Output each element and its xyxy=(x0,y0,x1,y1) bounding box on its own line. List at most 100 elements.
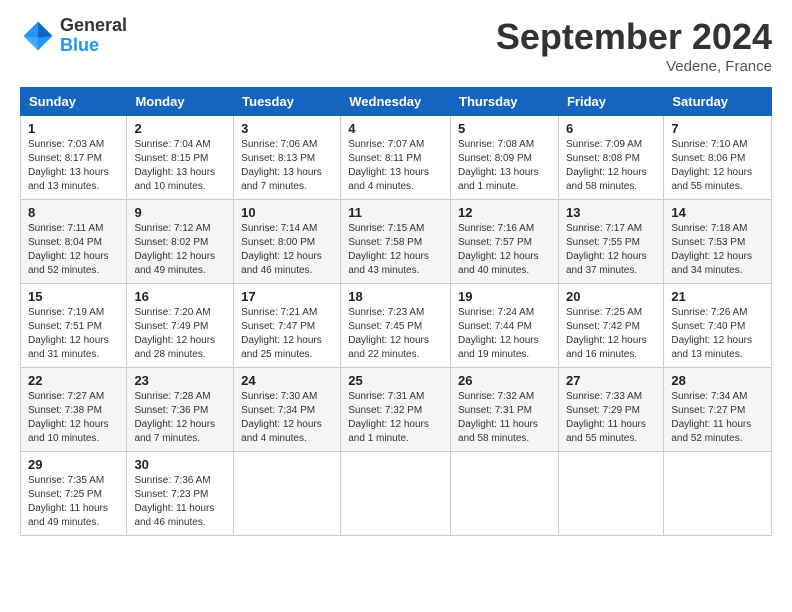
day-info: Sunrise: 7:25 AM Sunset: 7:42 PM Dayligh… xyxy=(566,306,656,362)
calendar-cell: 6 Sunrise: 7:09 AM Sunset: 8:08 PM Daylig… xyxy=(558,116,663,200)
day-info: Sunrise: 7:20 AM Sunset: 7:49 PM Dayligh… xyxy=(134,306,226,362)
calendar-cell: 9 Sunrise: 7:12 AM Sunset: 8:02 PM Daylig… xyxy=(127,200,234,284)
day-number: 8 xyxy=(28,205,119,220)
calendar-cell xyxy=(664,452,772,536)
day-header-sunday: Sunday xyxy=(21,88,127,116)
day-info: Sunrise: 7:09 AM Sunset: 8:08 PM Dayligh… xyxy=(566,138,656,194)
calendar-cell: 10 Sunrise: 7:14 AM Sunset: 8:00 PM Dayli… xyxy=(234,200,341,284)
calendar-cell xyxy=(558,452,663,536)
calendar-cell: 23 Sunrise: 7:28 AM Sunset: 7:36 PM Dayli… xyxy=(127,368,234,452)
calendar-cell: 30 Sunrise: 7:36 AM Sunset: 7:23 PM Dayli… xyxy=(127,452,234,536)
calendar-table: SundayMondayTuesdayWednesdayThursdayFrid… xyxy=(20,87,772,536)
day-number: 21 xyxy=(671,289,764,304)
day-number: 14 xyxy=(671,205,764,220)
day-number: 16 xyxy=(134,289,226,304)
day-number: 6 xyxy=(566,121,656,136)
day-number: 26 xyxy=(458,373,551,388)
page: General Blue September 2024 Vedene, Fran… xyxy=(0,0,792,552)
logo-general-text: General xyxy=(60,16,127,36)
calendar-header-row: SundayMondayTuesdayWednesdayThursdayFrid… xyxy=(21,88,772,116)
day-number: 12 xyxy=(458,205,551,220)
calendar-cell: 28Sunrise: 7:34 AM Sunset: 7:27 PM Dayli… xyxy=(664,368,772,452)
day-info: Sunrise: 7:24 AM Sunset: 7:44 PM Dayligh… xyxy=(458,306,551,362)
calendar-cell: 12 Sunrise: 7:16 AM Sunset: 7:57 PM Dayli… xyxy=(451,200,559,284)
day-info: Sunrise: 7:08 AM Sunset: 8:09 PM Dayligh… xyxy=(458,138,551,194)
calendar-cell: 17 Sunrise: 7:21 AM Sunset: 7:47 PM Dayli… xyxy=(234,284,341,368)
day-number: 15 xyxy=(28,289,119,304)
calendar-cell: 19 Sunrise: 7:24 AM Sunset: 7:44 PM Dayli… xyxy=(451,284,559,368)
day-number: 9 xyxy=(134,205,226,220)
day-info: Sunrise: 7:32 AM Sunset: 7:31 PM Dayligh… xyxy=(458,390,551,446)
day-info: Sunrise: 7:31 AM Sunset: 7:32 PM Dayligh… xyxy=(348,390,443,446)
calendar-cell: 5Sunrise: 7:08 AM Sunset: 8:09 PM Daylig… xyxy=(451,116,559,200)
calendar-cell: 22Sunrise: 7:27 AM Sunset: 7:38 PM Dayli… xyxy=(21,368,127,452)
calendar-cell: 8Sunrise: 7:11 AM Sunset: 8:04 PM Daylig… xyxy=(21,200,127,284)
logo-icon xyxy=(20,18,56,54)
calendar-cell: 7Sunrise: 7:10 AM Sunset: 8:06 PM Daylig… xyxy=(664,116,772,200)
calendar-week-row: 8Sunrise: 7:11 AM Sunset: 8:04 PM Daylig… xyxy=(21,200,772,284)
day-number: 17 xyxy=(241,289,333,304)
day-number: 29 xyxy=(28,457,119,472)
calendar-cell: 14 Sunrise: 7:18 AM Sunset: 7:53 PM Dayli… xyxy=(664,200,772,284)
day-info: Sunrise: 7:17 AM Sunset: 7:55 PM Dayligh… xyxy=(566,222,656,278)
day-number: 25 xyxy=(348,373,443,388)
day-number: 10 xyxy=(241,205,333,220)
calendar-cell: 1Sunrise: 7:03 AM Sunset: 8:17 PM Daylig… xyxy=(21,116,127,200)
day-info: Sunrise: 7:07 AM Sunset: 8:11 PM Dayligh… xyxy=(348,138,443,194)
calendar-week-row: 15 Sunrise: 7:19 AM Sunset: 7:51 PM Dayli… xyxy=(21,284,772,368)
day-header-tuesday: Tuesday xyxy=(234,88,341,116)
calendar-cell: 4 Sunrise: 7:07 AM Sunset: 8:11 PM Daylig… xyxy=(341,116,451,200)
day-number: 11 xyxy=(348,205,443,220)
calendar-cell: 27 Sunrise: 7:33 AM Sunset: 7:29 PM Dayli… xyxy=(558,368,663,452)
day-header-saturday: Saturday xyxy=(664,88,772,116)
day-header-wednesday: Wednesday xyxy=(341,88,451,116)
calendar-cell: 20 Sunrise: 7:25 AM Sunset: 7:42 PM Dayli… xyxy=(558,284,663,368)
calendar-week-row: 22Sunrise: 7:27 AM Sunset: 7:38 PM Dayli… xyxy=(21,368,772,452)
day-info: Sunrise: 7:16 AM Sunset: 7:57 PM Dayligh… xyxy=(458,222,551,278)
logo: General Blue xyxy=(20,16,127,56)
day-info: Sunrise: 7:03 AM Sunset: 8:17 PM Dayligh… xyxy=(28,138,119,194)
title-block: September 2024 Vedene, France xyxy=(496,16,772,75)
calendar-cell: 24 Sunrise: 7:30 AM Sunset: 7:34 PM Dayli… xyxy=(234,368,341,452)
calendar-cell xyxy=(341,452,451,536)
calendar-cell: 21 Sunrise: 7:26 AM Sunset: 7:40 PM Dayli… xyxy=(664,284,772,368)
day-number: 3 xyxy=(241,121,333,136)
day-info: Sunrise: 7:18 AM Sunset: 7:53 PM Dayligh… xyxy=(671,222,764,278)
day-info: Sunrise: 7:33 AM Sunset: 7:29 PM Dayligh… xyxy=(566,390,656,446)
header: General Blue September 2024 Vedene, Fran… xyxy=(20,16,772,75)
calendar-cell: 13 Sunrise: 7:17 AM Sunset: 7:55 PM Dayli… xyxy=(558,200,663,284)
calendar-cell: 3 Sunrise: 7:06 AM Sunset: 8:13 PM Daylig… xyxy=(234,116,341,200)
day-info: Sunrise: 7:06 AM Sunset: 8:13 PM Dayligh… xyxy=(241,138,333,194)
day-number: 13 xyxy=(566,205,656,220)
calendar-cell: 11Sunrise: 7:15 AM Sunset: 7:58 PM Dayli… xyxy=(341,200,451,284)
day-number: 18 xyxy=(348,289,443,304)
day-info: Sunrise: 7:35 AM Sunset: 7:25 PM Dayligh… xyxy=(28,474,119,530)
calendar-cell: 26 Sunrise: 7:32 AM Sunset: 7:31 PM Dayli… xyxy=(451,368,559,452)
month-title: September 2024 xyxy=(496,16,772,58)
day-info: Sunrise: 7:26 AM Sunset: 7:40 PM Dayligh… xyxy=(671,306,764,362)
day-number: 23 xyxy=(134,373,226,388)
day-header-thursday: Thursday xyxy=(451,88,559,116)
calendar-cell: 25 Sunrise: 7:31 AM Sunset: 7:32 PM Dayli… xyxy=(341,368,451,452)
day-number: 30 xyxy=(134,457,226,472)
day-number: 24 xyxy=(241,373,333,388)
calendar-cell: 18Sunrise: 7:23 AM Sunset: 7:45 PM Dayli… xyxy=(341,284,451,368)
day-info: Sunrise: 7:28 AM Sunset: 7:36 PM Dayligh… xyxy=(134,390,226,446)
day-info: Sunrise: 7:19 AM Sunset: 7:51 PM Dayligh… xyxy=(28,306,119,362)
day-info: Sunrise: 7:14 AM Sunset: 8:00 PM Dayligh… xyxy=(241,222,333,278)
calendar-cell: 16 Sunrise: 7:20 AM Sunset: 7:49 PM Dayli… xyxy=(127,284,234,368)
location-subtitle: Vedene, France xyxy=(496,58,772,75)
day-info: Sunrise: 7:21 AM Sunset: 7:47 PM Dayligh… xyxy=(241,306,333,362)
day-header-friday: Friday xyxy=(558,88,663,116)
logo-blue-text: Blue xyxy=(60,36,127,56)
day-number: 4 xyxy=(348,121,443,136)
day-number: 27 xyxy=(566,373,656,388)
day-info: Sunrise: 7:12 AM Sunset: 8:02 PM Dayligh… xyxy=(134,222,226,278)
day-info: Sunrise: 7:36 AM Sunset: 7:23 PM Dayligh… xyxy=(134,474,226,530)
day-number: 20 xyxy=(566,289,656,304)
day-number: 19 xyxy=(458,289,551,304)
day-number: 22 xyxy=(28,373,119,388)
day-number: 2 xyxy=(134,121,226,136)
day-info: Sunrise: 7:10 AM Sunset: 8:06 PM Dayligh… xyxy=(671,138,764,194)
day-info: Sunrise: 7:30 AM Sunset: 7:34 PM Dayligh… xyxy=(241,390,333,446)
